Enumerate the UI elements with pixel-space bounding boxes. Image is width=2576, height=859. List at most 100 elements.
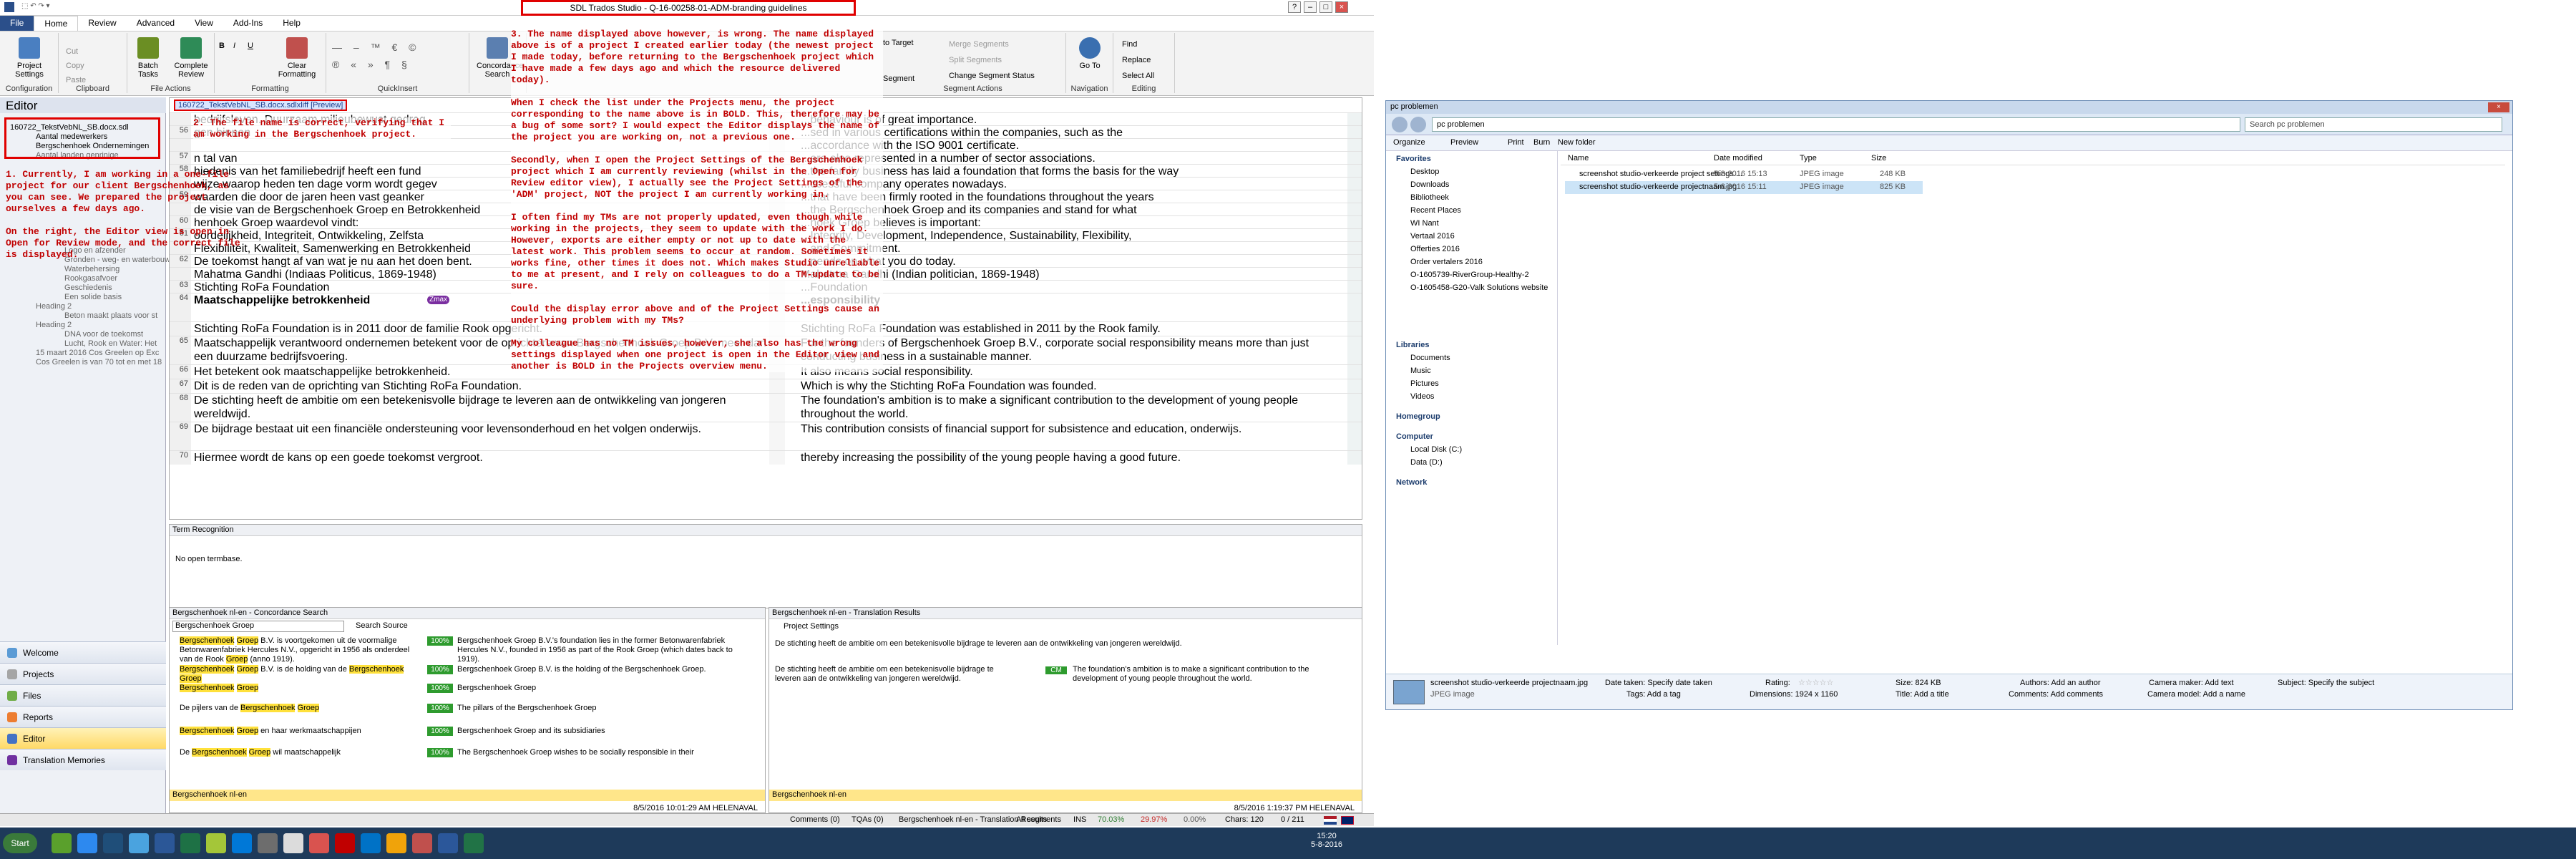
taskbar-app-icon[interactable]: [258, 833, 278, 853]
library-music[interactable]: Music: [1410, 366, 1431, 377]
details-date-taken[interactable]: Date taken: Specify date taken: [1605, 679, 1712, 687]
segment-button[interactable]: Segment: [883, 73, 914, 84]
favorite-item[interactable]: Bibliotheek: [1410, 193, 1449, 203]
taskbar-app-icon[interactable]: [155, 833, 175, 853]
underline-button[interactable]: U: [248, 40, 253, 52]
details-subject[interactable]: Subject: Specify the subject: [2278, 679, 2374, 687]
tab-review[interactable]: Review: [78, 16, 126, 31]
search-source-button[interactable]: Search Source: [356, 621, 408, 630]
close-icon[interactable]: ×: [1335, 1, 1348, 13]
help-icon[interactable]: ?: [1288, 1, 1301, 13]
new-folder-button[interactable]: New folder: [1558, 138, 1596, 147]
segment-target[interactable]: The foundation's ambition is to make a s…: [801, 394, 1345, 421]
taskbar-app-icon[interactable]: [412, 833, 432, 853]
tree-node[interactable]: Geschiedenis: [7, 283, 157, 293]
tree-node[interactable]: Heading 2: [7, 321, 157, 330]
column-name[interactable]: Name: [1568, 154, 1589, 162]
tab-view[interactable]: View: [185, 16, 223, 31]
taskbar-app-icon[interactable]: [129, 833, 149, 853]
back-icon[interactable]: [1392, 117, 1407, 132]
library-documents[interactable]: Documents: [1410, 353, 1450, 364]
editor-segment-row[interactable]: 70 Hiermee wordt de kans op een goede toe…: [170, 450, 1362, 465]
nav-welcome[interactable]: Welcome: [0, 641, 166, 663]
favorite-item[interactable]: Vertaal 2016: [1410, 231, 1455, 242]
find-button[interactable]: Find: [1122, 39, 1137, 50]
tree-node[interactable]: Lucht, Rook en Water: Het: [7, 339, 157, 349]
column-type[interactable]: Type: [1800, 154, 1817, 162]
favorite-item[interactable]: WI Nant: [1410, 218, 1439, 229]
go-to-button[interactable]: Go To: [1069, 37, 1111, 70]
tab-help[interactable]: Help: [273, 16, 311, 31]
libraries-header[interactable]: Libraries: [1396, 340, 1429, 351]
editor-segment-row[interactable]: 67 Dit is de reden van de oprichting van …: [170, 379, 1362, 393]
taskbar-app-icon[interactable]: [206, 833, 226, 853]
details-tags[interactable]: Tags: Add a tag: [1626, 690, 1681, 699]
segment-target[interactable]: This contribution consists of financial …: [801, 422, 1345, 436]
project-settings-button[interactable]: Project Settings: [9, 37, 50, 79]
tree-node[interactable]: Waterbehersing: [7, 265, 157, 274]
cut-button[interactable]: Cut: [66, 46, 78, 57]
forward-icon[interactable]: [1410, 117, 1426, 132]
tr-project-settings-button[interactable]: Project Settings: [784, 622, 839, 631]
file-tab[interactable]: 160722_TekstVebNL_SB.docx.sdlxliff [Prev…: [174, 100, 348, 111]
taskbar-app-icon[interactable]: [180, 833, 200, 853]
concordance-search-input[interactable]: Bergschenhoek Groep: [172, 621, 344, 632]
bold-button[interactable]: B: [219, 40, 225, 52]
tree-node[interactable]: Een solide basis: [7, 293, 157, 302]
drive-d[interactable]: Data (D:): [1410, 457, 1443, 468]
quick-access-toolbar[interactable]: ⬚ ↶ ↷ ▾: [21, 2, 86, 12]
formatting-tag[interactable]: Zmax: [427, 296, 449, 304]
details-authors[interactable]: Authors: Add an author: [2020, 679, 2101, 687]
tab-file[interactable]: File: [0, 16, 34, 31]
organize-button[interactable]: Organize: [1393, 138, 1425, 147]
library-pictures[interactable]: Pictures: [1410, 379, 1439, 389]
favorite-item[interactable]: Order vertalers 2016: [1410, 257, 1483, 268]
tree-node[interactable]: DNA voor de toekomst: [7, 330, 157, 339]
minimize-icon[interactable]: –: [1304, 1, 1317, 13]
preview-button[interactable]: Preview: [1450, 138, 1478, 147]
details-camera-maker[interactable]: Camera maker: Add text: [2149, 679, 2234, 687]
favorite-item[interactable]: Offerties 2016: [1410, 244, 1460, 255]
editor-segment-row[interactable]: 68 De stichting heeft de ambitie om een b…: [170, 393, 1362, 422]
homegroup-item[interactable]: Homegroup: [1396, 412, 1440, 422]
taskbar-app-icon[interactable]: [309, 833, 329, 853]
quickinsert-brackets[interactable]: ® « » ¶ §: [332, 59, 411, 70]
tab-add-ins[interactable]: Add-Ins: [223, 16, 273, 31]
batch-tasks-button[interactable]: Batch Tasks: [127, 37, 169, 79]
merge-segments-button[interactable]: Merge Segments: [949, 39, 1009, 50]
explorer-close-icon[interactable]: ×: [2488, 102, 2509, 112]
comments-tab[interactable]: Comments (0): [790, 815, 840, 824]
maximize-icon[interactable]: □: [1319, 1, 1332, 13]
tqas-tab[interactable]: TQAs (0): [852, 815, 884, 824]
taskbar-app-icon[interactable]: [464, 833, 484, 853]
library-videos[interactable]: Videos: [1410, 392, 1434, 402]
address-bar[interactable]: pc problemen: [1432, 117, 2240, 132]
change-segment-status-button[interactable]: Change Segment Status: [949, 70, 1035, 82]
all-segments-filter[interactable]: All segments: [1016, 815, 1061, 824]
tree-node[interactable]: Rookgasafvoer: [7, 274, 157, 283]
select-all-button[interactable]: Select All: [1122, 70, 1154, 82]
nav-editor[interactable]: Editor: [0, 727, 166, 749]
details-comments[interactable]: Comments: Add comments: [2009, 690, 2103, 699]
taskbar-app-icon[interactable]: [283, 833, 303, 853]
nav-files[interactable]: Files: [0, 684, 166, 706]
taskbar-app-icon[interactable]: [232, 833, 252, 853]
file-row-selected[interactable]: screenshot studio-verkeerde projectnaam.…: [1565, 181, 1923, 194]
network-item[interactable]: Network: [1396, 477, 1427, 488]
nav-projects[interactable]: Projects: [0, 663, 166, 684]
favorite-item[interactable]: O-1605739-RiverGroup-Healthy-2: [1410, 270, 1529, 281]
favorite-item[interactable]: Desktop: [1410, 167, 1439, 178]
print-button[interactable]: Print: [1508, 138, 1524, 147]
tree-node[interactable]: Heading 2: [7, 302, 157, 311]
tab-home[interactable]: Home: [34, 16, 79, 31]
italic-button[interactable]: I: [233, 40, 235, 52]
column-date-modified[interactable]: Date modified: [1714, 154, 1762, 162]
tab-advanced[interactable]: Advanced: [127, 16, 185, 31]
drive-c[interactable]: Local Disk (C:): [1410, 445, 1462, 455]
tree-node[interactable]: Cos Greelen is van 70 tot en met 18: [7, 358, 162, 367]
tree-node[interactable]: Beton maakt plaats voor st: [7, 311, 157, 321]
segment-target[interactable]: Which is why the Stichting RoFa Foundati…: [801, 379, 1345, 393]
favorite-item[interactable]: O-1605458-G20-Valk Solutions website: [1410, 283, 1548, 293]
split-segments-button[interactable]: Split Segments: [949, 54, 1002, 66]
taskbar-app-icon[interactable]: [52, 833, 72, 853]
